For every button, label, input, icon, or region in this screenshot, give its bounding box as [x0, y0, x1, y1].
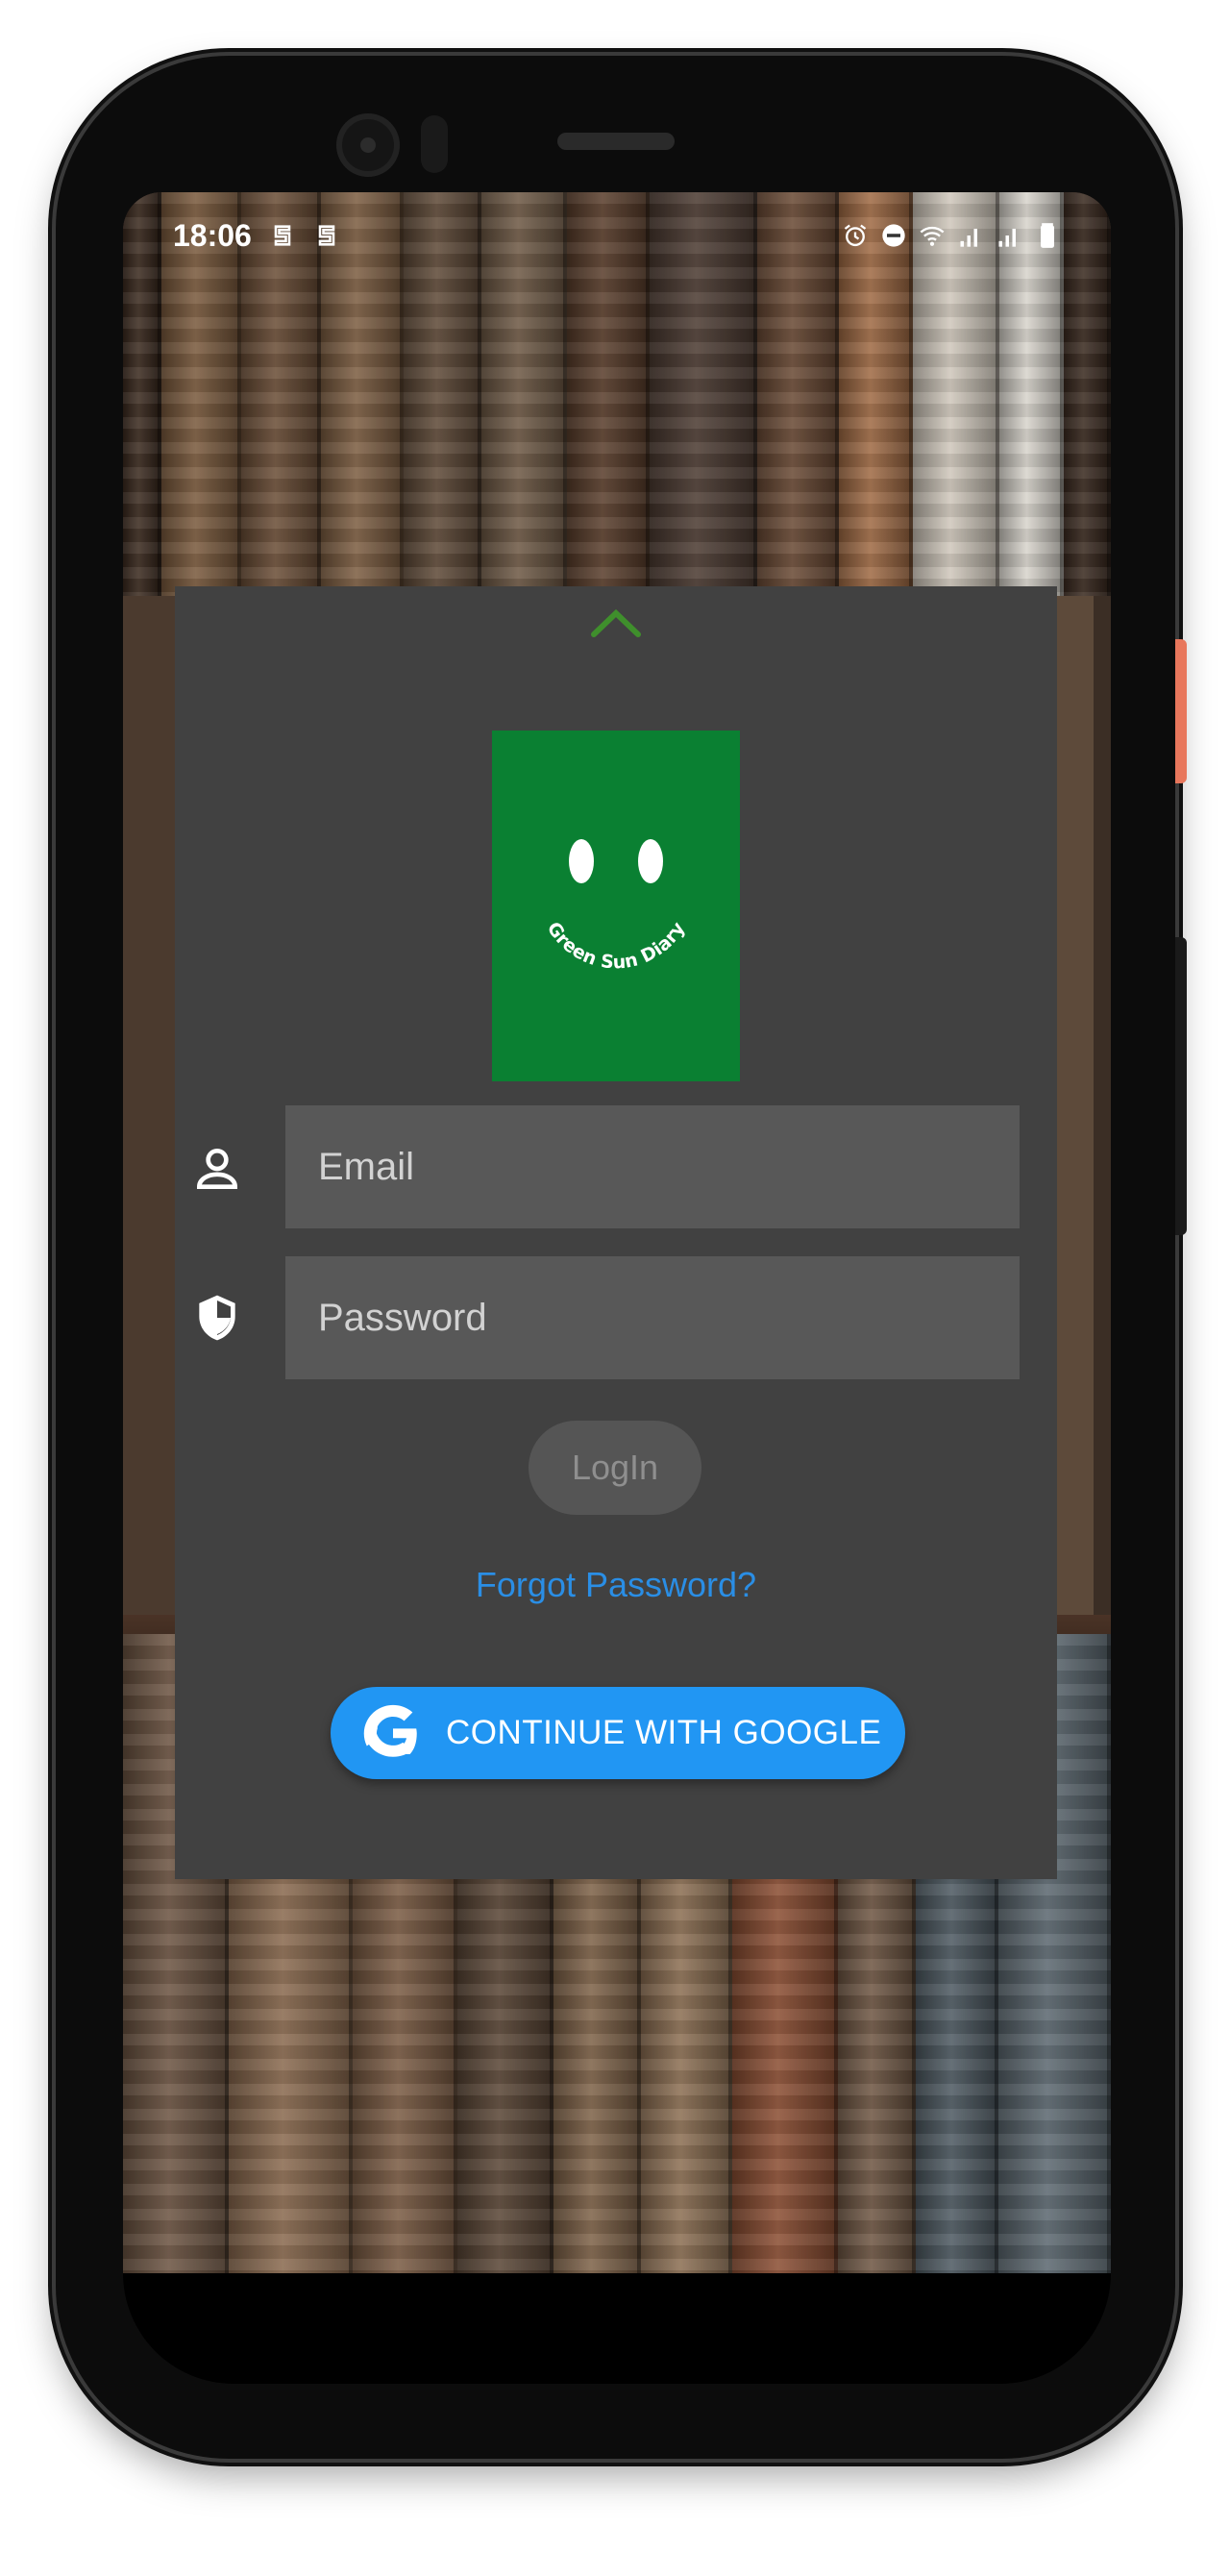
wifi-icon: [920, 226, 945, 246]
device-frame: 18:06 Green Sun Diary Email Password Log…: [0, 0, 1230, 2576]
s-notification-icon: [318, 225, 335, 246]
email-placeholder: Email: [318, 1145, 415, 1188]
password-placeholder: Password: [318, 1296, 487, 1339]
shield-icon: [199, 1295, 235, 1341]
chevron-up-icon[interactable]: [588, 606, 644, 640]
continue-with-google-button[interactable]: CONTINUE WITH GOOGLE: [331, 1687, 905, 1779]
alarm-icon: [844, 224, 867, 247]
status-right: [842, 222, 1061, 249]
proximity-sensor: [421, 115, 448, 173]
login-card: Green Sun Diary Email Password LogIn For: [175, 586, 1057, 1879]
phone-chin: [123, 2273, 1111, 2384]
status-left: 18:06: [173, 218, 340, 254]
forgot-password-link[interactable]: Forgot Password?: [175, 1565, 1057, 1605]
s-notification-icon: [274, 225, 291, 246]
google-button-label: CONTINUE WITH GOOGLE: [446, 1714, 882, 1751]
do-not-disturb-icon: [882, 224, 905, 247]
login-button[interactable]: LogIn: [529, 1421, 701, 1515]
battery-icon: [1041, 223, 1054, 248]
password-field[interactable]: Password: [285, 1256, 1020, 1379]
google-g-icon: [363, 1704, 417, 1757]
logo-text: Green Sun Diary: [543, 918, 690, 974]
person-icon: [196, 1149, 238, 1189]
signal-icon: [960, 229, 977, 247]
smiley-logo-graphic: Green Sun Diary: [543, 839, 690, 974]
side-button: [1175, 639, 1187, 783]
front-camera: [336, 113, 400, 177]
signal-icon: [998, 229, 1016, 247]
email-field[interactable]: Email: [285, 1105, 1020, 1228]
earpiece-speaker: [557, 133, 675, 150]
clock: 18:06: [173, 217, 252, 253]
status-bar: 18:06: [123, 192, 1111, 279]
power-button: [1175, 937, 1187, 1235]
app-logo: Green Sun Diary: [492, 731, 740, 1081]
app-screen: 18:06 Green Sun Diary Email Password Log…: [123, 192, 1111, 2273]
